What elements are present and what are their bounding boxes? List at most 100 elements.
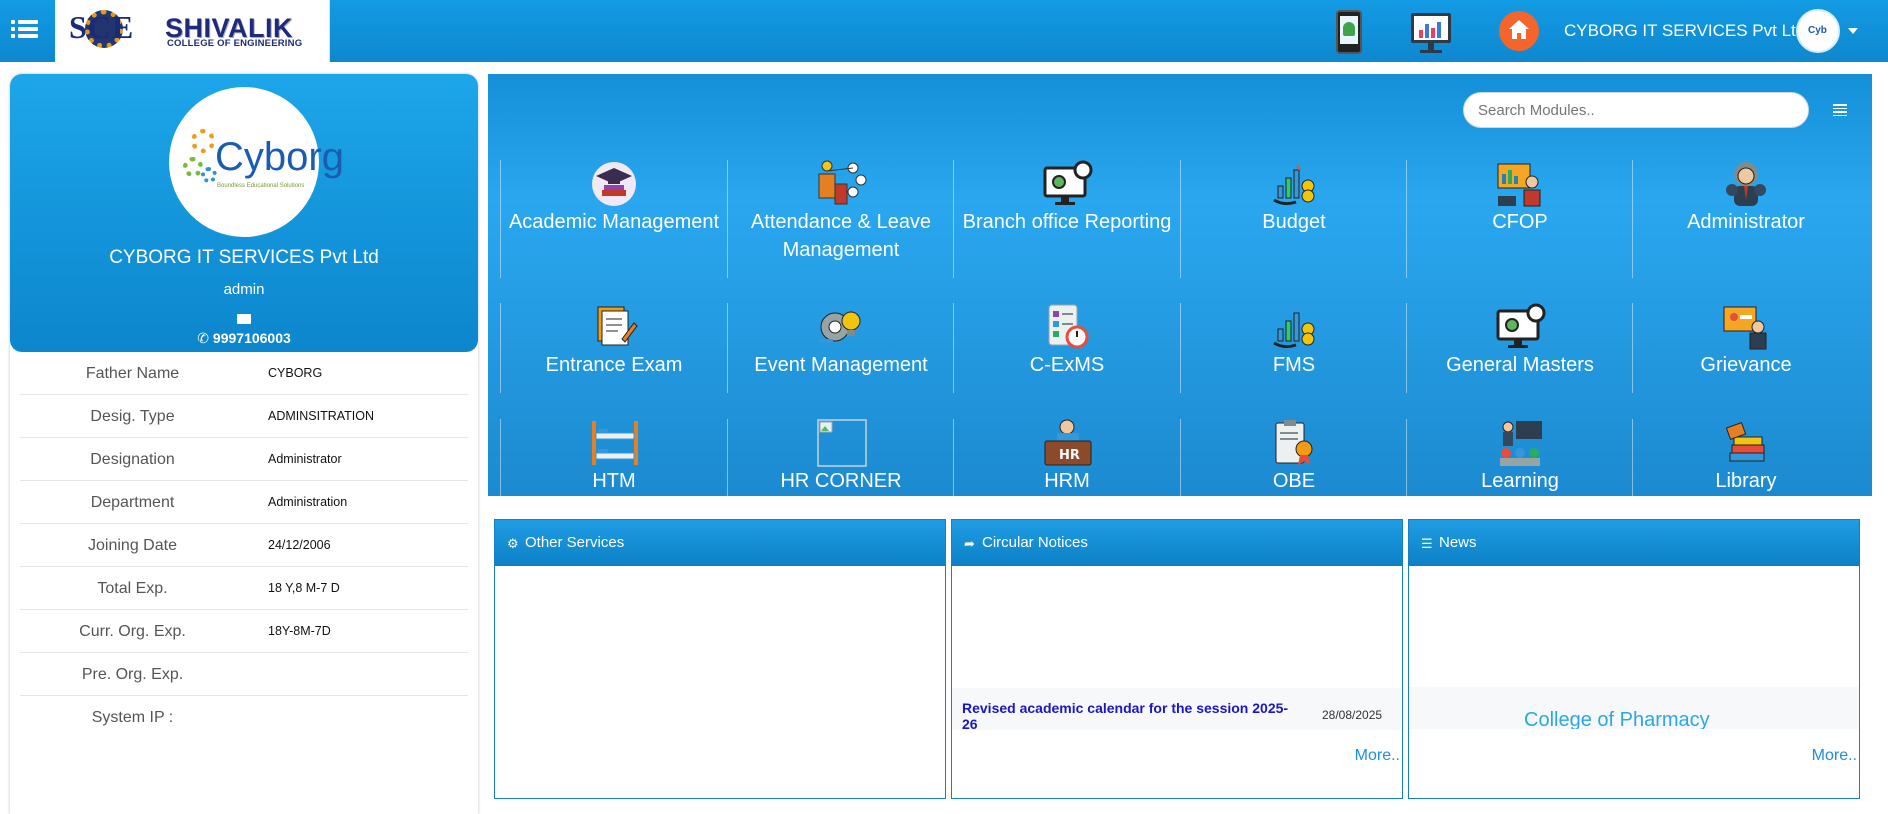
grievance-icon [1723, 306, 1767, 350]
module-label: Attendance & Leave Management [750, 211, 932, 261]
module-label: Branch office Reporting [962, 211, 1172, 233]
news-more-link[interactable]: More.. [1812, 747, 1857, 765]
module-tile-fms[interactable]: FMS [1180, 303, 1406, 393]
panel-header: ☰ News [1409, 520, 1859, 566]
info-row: Desig. Type ADMINSITRATION [20, 395, 468, 438]
info-value: 24/12/2006 [268, 538, 331, 552]
module-tile-htm[interactable]: HTM [500, 419, 726, 496]
module-label: HTM [592, 470, 636, 492]
profile-company: CYBORG IT SERVICES Pvt Ltd [109, 247, 379, 268]
panel-header: ➦ Circular Notices [952, 520, 1402, 566]
envelope-icon[interactable] [237, 314, 251, 324]
module-tile-attendance[interactable]: Attendance & Leave Management [727, 160, 953, 278]
svg-text:HR: HR [1059, 448, 1080, 463]
news-item[interactable]: College of Pharmacy [1409, 687, 1859, 729]
notices-more-link[interactable]: More.. [1355, 747, 1400, 765]
module-label: OBE [1272, 470, 1316, 492]
admin-user-icon [1726, 162, 1766, 206]
info-row: Total Exp. 18 Y,8 M-7 D [20, 567, 468, 610]
profile-phone: ✆ 9997106003 [10, 330, 478, 347]
list-view-icon[interactable] [1833, 104, 1847, 116]
top-navbar: SCE SHIVALIK COLLEGE OF ENGINEERING CYBO… [0, 0, 1888, 62]
dashboard-monitor-icon[interactable] [1409, 8, 1453, 54]
home-icon[interactable] [1499, 11, 1539, 51]
module-label: Budget [1262, 211, 1326, 233]
list-icon: ☰ [1421, 536, 1433, 551]
info-row: Joining Date 24/12/2006 [20, 524, 468, 567]
module-tile-hrm[interactable]: HR HRM [953, 419, 1179, 496]
module-tile-library[interactable]: Library [1632, 419, 1858, 496]
sidebar-toggle-icon[interactable] [10, 15, 40, 45]
gears-icon: ⚙ [507, 536, 519, 551]
books-icon [1725, 421, 1765, 462]
budget-chart-icon [1273, 164, 1315, 206]
profile-username: admin [223, 281, 265, 298]
company-name: CYBORG IT SERVICES Pvt Ltd [1564, 21, 1806, 40]
module-tile-branch-office[interactable]: Branch office Reporting [953, 160, 1179, 278]
panel-title: News [1439, 534, 1477, 551]
logo-subtitle: COLLEGE OF ENGINEERING [167, 38, 303, 49]
event-gear-icon [819, 311, 861, 343]
profile-card: Cyborg Boundless Educational Solutions C… [10, 74, 478, 814]
module-tile-administrator[interactable]: Administrator [1632, 160, 1858, 278]
module-label: Event Management [754, 354, 928, 376]
info-label: Total Exp. [97, 580, 168, 597]
module-tile-event-management[interactable]: Event Management [727, 303, 953, 393]
module-tile-entrance-exam[interactable]: Entrance Exam [500, 303, 726, 393]
module-tile-cfop[interactable]: CFOP [1406, 160, 1632, 278]
module-tile-hr-corner[interactable]: HR CORNER [727, 419, 953, 496]
info-label: Joining Date [88, 537, 177, 554]
panel-title: Other Services [525, 534, 625, 551]
info-label: Desig. Type [90, 408, 175, 425]
monitor-gear-icon [1043, 160, 1093, 205]
notice-date: 28/08/2025 [1322, 708, 1383, 722]
module-label: Grievance [1700, 354, 1792, 376]
broken-image-icon [817, 419, 867, 467]
module-tile-general-masters[interactable]: General Masters [1406, 303, 1632, 393]
classroom-icon [1500, 421, 1542, 466]
panel-title: Circular Notices [982, 534, 1088, 551]
other-services-panel: ⚙ Other Services [494, 519, 946, 799]
phone-icon: ✆ [197, 330, 209, 346]
clipboard-badge-icon [1275, 420, 1313, 465]
info-value: Administrator [268, 452, 342, 466]
module-label: Library [1715, 470, 1777, 492]
module-label: Entrance Exam [545, 354, 683, 376]
panel-header: ⚙ Other Services [495, 520, 945, 566]
info-value: CYBORG [268, 366, 323, 380]
info-row: System IP : [20, 696, 468, 739]
module-label: FMS [1272, 354, 1316, 376]
checklist-clock-icon [1048, 304, 1089, 349]
notice-text[interactable]: Revised academic calendar for the sessio… [962, 700, 1302, 730]
notice-item[interactable]: Revised academic calendar for the sessio… [952, 688, 1402, 730]
info-label: Pre. Org. Exp. [81, 666, 184, 683]
module-tile-grievance[interactable]: Grievance [1632, 303, 1858, 393]
hr-desk-icon: HR [1044, 419, 1092, 466]
search-modules-input[interactable] [1463, 92, 1809, 128]
module-tile-c-exms[interactable]: C-ExMS [953, 303, 1179, 393]
news-panel: ☰ News College of Pharmacy More.. [1408, 519, 1860, 799]
college-logo[interactable]: SCE SHIVALIK COLLEGE OF ENGINEERING [55, 0, 330, 62]
news-text[interactable]: College of Pharmacy [1524, 709, 1710, 729]
info-label: Father Name [85, 365, 180, 382]
module-tile-obe[interactable]: OBE [1180, 419, 1406, 496]
user-avatar[interactable]: Cyb [1796, 9, 1840, 53]
info-value: 18Y-8M-7D [268, 624, 331, 638]
logo-wordmark: Cyborg [215, 135, 344, 179]
module-tile-budget[interactable]: Budget [1180, 160, 1406, 278]
module-tile-academic-management[interactable]: Academic Management [500, 160, 726, 278]
info-row: Pre. Org. Exp. [20, 653, 468, 696]
android-app-icon[interactable] [1322, 8, 1366, 54]
module-label: C-ExMS [1029, 354, 1105, 376]
module-label: Administrator [1687, 211, 1805, 233]
info-label: Curr. Org. Exp. [79, 623, 186, 640]
module-label: Academic Management [508, 211, 720, 233]
profile-header: Cyborg Boundless Educational Solutions C… [10, 74, 478, 352]
info-label: Department [90, 494, 175, 511]
circular-notices-panel: ➦ Circular Notices Revised academic cale… [951, 519, 1403, 799]
info-label: System IP : [91, 709, 174, 726]
chevron-down-icon[interactable] [1848, 28, 1858, 34]
module-tile-learning[interactable]: Learning [1406, 419, 1632, 496]
info-value: Administration [268, 495, 348, 509]
info-row: Father Name CYBORG [20, 352, 468, 395]
